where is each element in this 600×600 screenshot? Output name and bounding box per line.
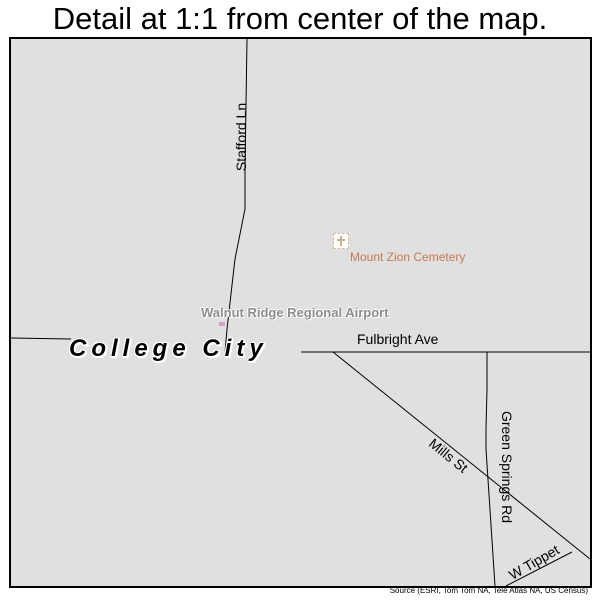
street-label-green-springs-rd: Green Springs Rd — [499, 410, 516, 524]
source-attribution: Source (ESRI, Tom Tom NA, Tele Atlas NA,… — [389, 586, 588, 595]
street-label-stafford-ln: Stafford Ln — [233, 102, 250, 172]
map-title: Detail at 1:1 from center of the map. — [52, 1, 548, 36]
road-college-city-main — [11, 337, 72, 340]
airport-label: Walnut Ridge Regional Airport — [201, 305, 389, 320]
street-label-fulbright-ave: Fulbright Ave — [357, 331, 439, 347]
road-green-springs-rd — [485, 352, 496, 586]
city-label: College City — [69, 335, 268, 362]
cross-icon — [333, 233, 349, 249]
airport-icon — [219, 322, 225, 326]
map-canvas[interactable]: Stafford Ln Mount Zion Cemetery Walnut R… — [9, 37, 592, 588]
cemetery-label: Mount Zion Cemetery — [350, 250, 466, 264]
